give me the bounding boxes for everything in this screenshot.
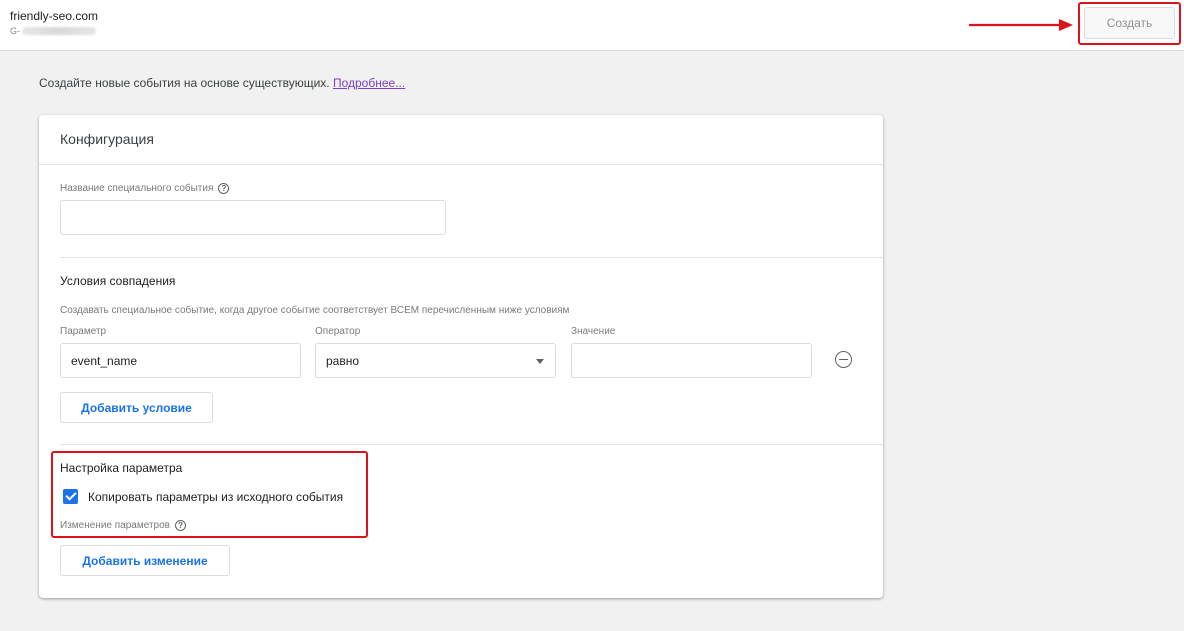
add-modification-button[interactable]: Добавить изменение <box>60 545 230 576</box>
intro-description: Создайте новые события на основе существ… <box>39 76 330 90</box>
configuration-card: Конфигурация Название специального событ… <box>39 115 883 598</box>
add-condition-button[interactable]: Добавить условие <box>60 392 213 423</box>
value-label: Значение <box>571 326 616 337</box>
divider <box>60 444 883 445</box>
create-button[interactable]: Создать <box>1084 7 1175 39</box>
divider <box>39 164 883 165</box>
intro-text: Создайте новые события на основе существ… <box>39 76 405 90</box>
operator-label: Оператор <box>315 326 361 337</box>
site-name: friendly-seo.com <box>10 9 99 23</box>
divider <box>60 257 883 258</box>
site-id: G- <box>10 26 96 36</box>
top-bar: friendly-seo.com G- Создать <box>0 0 1184 51</box>
conditions-title: Условия совпадения <box>60 274 176 288</box>
remove-circle-icon[interactable] <box>835 351 852 368</box>
copy-params-checkbox[interactable] <box>63 489 78 504</box>
site-id-prefix: G- <box>10 26 20 36</box>
modify-params-label: Изменение параметров ? <box>60 520 186 531</box>
learn-more-link[interactable]: Подробнее... <box>333 76 405 90</box>
conditions-description: Создавать специальное событие, когда дру… <box>60 305 570 316</box>
param-label: Параметр <box>60 326 107 337</box>
copy-params-label: Копировать параметры из исходного событи… <box>88 490 344 504</box>
modify-params-label-text: Изменение параметров <box>60 520 170 531</box>
card-title: Конфигурация <box>60 131 154 147</box>
help-icon[interactable]: ? <box>174 520 186 531</box>
site-id-redacted <box>22 27 96 35</box>
operator-select[interactable]: равно <box>315 343 556 378</box>
dropdown-arrow-icon <box>536 359 544 364</box>
event-name-input[interactable] <box>60 200 446 235</box>
operator-select-value: равно <box>326 353 360 368</box>
help-icon[interactable]: ? <box>218 183 230 194</box>
event-name-label: Название специального события ? <box>60 183 230 194</box>
event-name-label-text: Название специального события <box>60 183 214 194</box>
param-input[interactable]: event_name <box>60 343 301 378</box>
value-input[interactable] <box>571 343 812 378</box>
param-settings-title: Настройка параметра <box>60 461 183 475</box>
arrow-right-icon <box>969 19 1073 31</box>
